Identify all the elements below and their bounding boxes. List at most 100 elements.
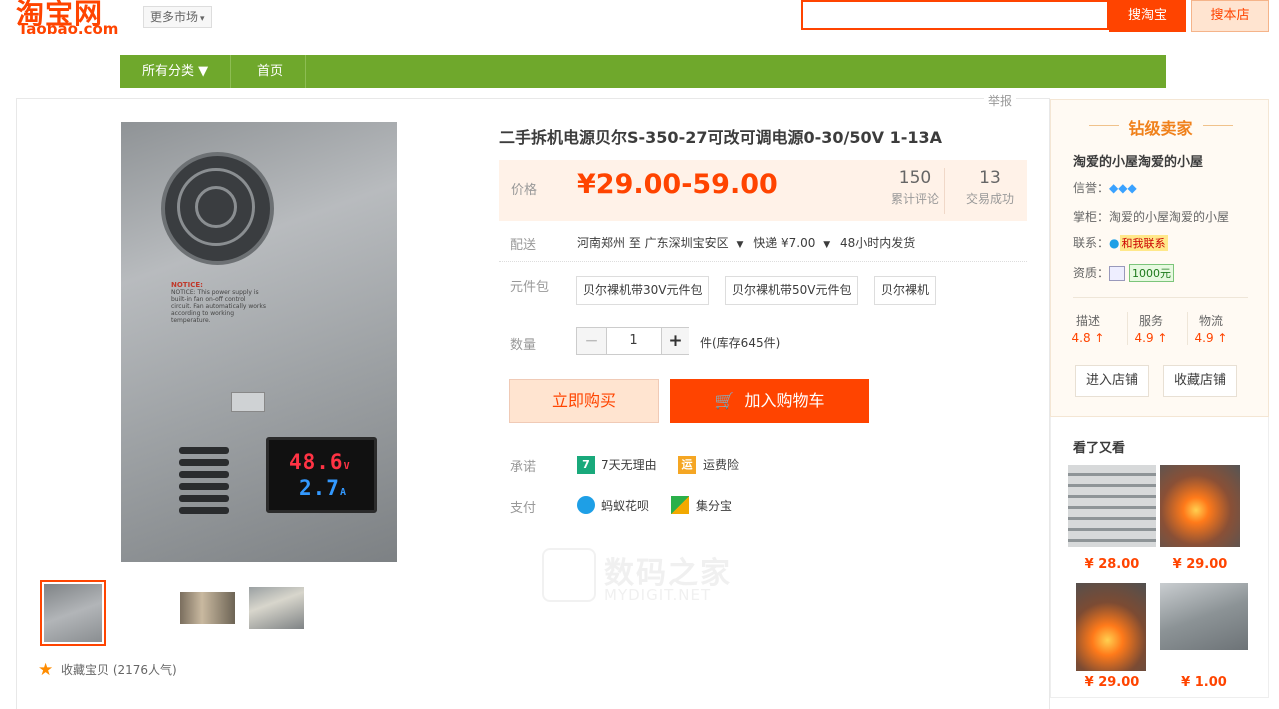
jifenbao-payment[interactable]: 集分宝 bbox=[696, 497, 732, 514]
vent-slot bbox=[179, 471, 229, 478]
seller-grade: 钻级卖家 bbox=[1128, 119, 1193, 138]
owner-name[interactable]: 淘爱的小屋淘爱的小屋 bbox=[1109, 210, 1229, 224]
vent-slots bbox=[179, 447, 239, 519]
notice-label: NOTICE: NOTICE: This power supply is buil… bbox=[171, 281, 266, 325]
meter-current-unit: A bbox=[339, 487, 347, 498]
score-value: 4.9 ↑ bbox=[1134, 331, 1168, 345]
watermark-en: MYDIGIT.NET bbox=[604, 586, 712, 604]
add-to-cart-button[interactable]: 🛒 加入购物车 bbox=[670, 379, 869, 423]
price-label: 价格 bbox=[511, 183, 538, 198]
owner-label: 掌柜： bbox=[1073, 210, 1110, 224]
recommend-item-image[interactable] bbox=[1076, 583, 1146, 671]
promise-label: 承诺 bbox=[510, 460, 537, 475]
score-label: 物流 bbox=[1198, 314, 1223, 328]
meter-current-value: 2.7 bbox=[299, 476, 340, 500]
price-range: ¥29.00-59.00 bbox=[577, 169, 778, 200]
product-main-image[interactable]: NOTICE: NOTICE: This power supply is buil… bbox=[121, 122, 397, 562]
search-taobao-button[interactable]: 搜淘宝 bbox=[1109, 0, 1186, 32]
score-logistics: 物流 4.9 ↑ bbox=[1187, 312, 1234, 345]
watermark: 数码之家 MYDIGIT.NET bbox=[542, 548, 732, 604]
enter-shop-button[interactable]: 进入店铺 bbox=[1075, 365, 1150, 397]
option-30v-kit[interactable]: 贝尔裸机带30V元件包 bbox=[576, 276, 710, 305]
divider bbox=[1073, 297, 1248, 298]
reviews-stat[interactable]: 150 累计评论 bbox=[886, 168, 945, 214]
chevron-down-icon[interactable]: ▼ bbox=[736, 240, 743, 250]
recommend-item-price[interactable]: ¥ 28.00 bbox=[1068, 557, 1156, 572]
buy-now-button[interactable]: 立即购买 bbox=[509, 379, 659, 423]
report-link[interactable]: 举报 bbox=[984, 92, 1017, 109]
wangwang-icon: ● bbox=[1109, 236, 1120, 250]
shipping-method[interactable]: 快递 ¥7.00 bbox=[753, 236, 815, 250]
shop-name[interactable]: 淘爱的小屋淘爱的小屋 bbox=[1073, 151, 1203, 170]
price-panel: 价格 ¥29.00-59.00 150 累计评论 13 交易成功 bbox=[499, 160, 1027, 221]
recommend-item-price[interactable]: ¥ 29.00 bbox=[1156, 557, 1244, 572]
recommend-item-image[interactable] bbox=[1160, 583, 1248, 650]
recommend-title: 看了又看 bbox=[1073, 441, 1126, 456]
meter-voltage-unit: V bbox=[343, 461, 351, 472]
quantity-increase-button[interactable]: + bbox=[661, 328, 689, 354]
thumbnail-1[interactable] bbox=[40, 580, 106, 646]
chevron-down-icon: ▾ bbox=[200, 14, 205, 24]
vent-slot bbox=[179, 495, 229, 502]
credit-label: 信誉： bbox=[1073, 181, 1110, 195]
contact-row: 联系：● 和我联系 bbox=[1073, 234, 1168, 251]
search-input[interactable] bbox=[801, 0, 1109, 30]
chevron-down-icon[interactable]: ▼ bbox=[823, 240, 830, 250]
vent-slot bbox=[179, 459, 229, 466]
sales-stat: 13 交易成功 bbox=[957, 168, 1023, 207]
recommend-item-price[interactable]: ¥ 29.00 bbox=[1068, 675, 1156, 690]
option-50v-kit[interactable]: 贝尔裸机带50V元件包 bbox=[725, 276, 859, 305]
star-icon[interactable]: ★ bbox=[38, 660, 53, 680]
score-value: 4.9 ↑ bbox=[1194, 331, 1228, 345]
deposit-badge[interactable]: 1000元 bbox=[1129, 264, 1175, 282]
thumbnail-2[interactable] bbox=[180, 592, 235, 624]
contact-label: 联系： bbox=[1073, 236, 1110, 250]
nav-home[interactable]: 首页 bbox=[235, 55, 307, 88]
thumbnail-3[interactable] bbox=[249, 587, 304, 629]
nav-all-categories[interactable]: 所有分类 ▼ bbox=[120, 55, 232, 88]
divider bbox=[499, 261, 1027, 262]
shipping-time: 48小时内发货 bbox=[839, 236, 916, 250]
recommend-item-image[interactable] bbox=[1068, 465, 1156, 547]
sales-label: 交易成功 bbox=[965, 192, 1014, 206]
shipping-insurance[interactable]: 运费险 bbox=[703, 456, 739, 473]
search-shop-button[interactable]: 搜本店 bbox=[1191, 0, 1269, 32]
option-bare-unit[interactable]: 贝尔裸机 bbox=[874, 276, 937, 305]
options-label: 元件包 bbox=[510, 280, 550, 295]
favorite-shop-button[interactable]: 收藏店铺 bbox=[1163, 365, 1238, 397]
score-service: 服务 4.9 ↑ bbox=[1127, 312, 1174, 345]
quantity-decrease-button[interactable]: − bbox=[577, 328, 607, 354]
diamond-icon[interactable]: ◆◆◆ bbox=[1109, 181, 1137, 195]
qualification-label: 资质： bbox=[1073, 266, 1110, 280]
favorite-item-link[interactable]: 收藏宝贝 (2176人气) bbox=[61, 661, 177, 678]
score-label: 描述 bbox=[1075, 314, 1100, 328]
shop-nav-bar: 所有分类 ▼ 首页 bbox=[120, 55, 1166, 88]
recommend-item-price[interactable]: ¥ 1.00 bbox=[1160, 675, 1248, 690]
more-markets-label: 更多市场 bbox=[150, 10, 199, 24]
qualification-row: 资质： 1000元 bbox=[1073, 264, 1175, 282]
score-label: 服务 bbox=[1138, 314, 1163, 328]
vent-slot bbox=[179, 447, 229, 454]
reviews-label: 累计评论 bbox=[890, 192, 939, 206]
spec-plate bbox=[231, 392, 265, 412]
seller-panel: 钻级卖家 淘爱的小屋淘爱的小屋 信誉：◆◆◆ 掌柜：淘爱的小屋淘爱的小屋 联系：… bbox=[1050, 99, 1269, 417]
vent-slot bbox=[179, 507, 229, 514]
quantity-stepper: − 1 + bbox=[576, 327, 689, 355]
owner-row: 掌柜：淘爱的小屋淘爱的小屋 bbox=[1073, 208, 1229, 225]
more-markets-dropdown[interactable]: 更多市场 ▾ bbox=[143, 6, 212, 28]
taobao-logo-en[interactable]: Taobao.com bbox=[18, 20, 118, 38]
seven-day-return[interactable]: 7天无理由 bbox=[601, 456, 657, 473]
huabei-icon bbox=[577, 496, 595, 514]
recommend-item-image[interactable] bbox=[1160, 465, 1240, 547]
shipping-info: 河南郑州 至 广东深圳宝安区 ▼ 快递 ¥7.00 ▼ 48小时内发货 bbox=[577, 234, 915, 251]
shipping-route[interactable]: 河南郑州 至 广东深圳宝安区 bbox=[577, 236, 729, 250]
id-card-icon[interactable] bbox=[1109, 266, 1126, 281]
meter-current: 2.7A bbox=[299, 476, 347, 500]
contact-seller-button[interactable]: 和我联系 bbox=[1119, 235, 1168, 251]
quantity-input[interactable]: 1 bbox=[607, 328, 660, 354]
notice-text: NOTICE: This power supply is built-in fa… bbox=[171, 289, 266, 324]
add-to-cart-label: 加入购物车 bbox=[744, 391, 825, 410]
huabei-payment[interactable]: 蚂蚁花呗 bbox=[601, 497, 649, 514]
score-value: 4.8 ↑ bbox=[1071, 331, 1105, 345]
divider bbox=[1203, 125, 1233, 126]
